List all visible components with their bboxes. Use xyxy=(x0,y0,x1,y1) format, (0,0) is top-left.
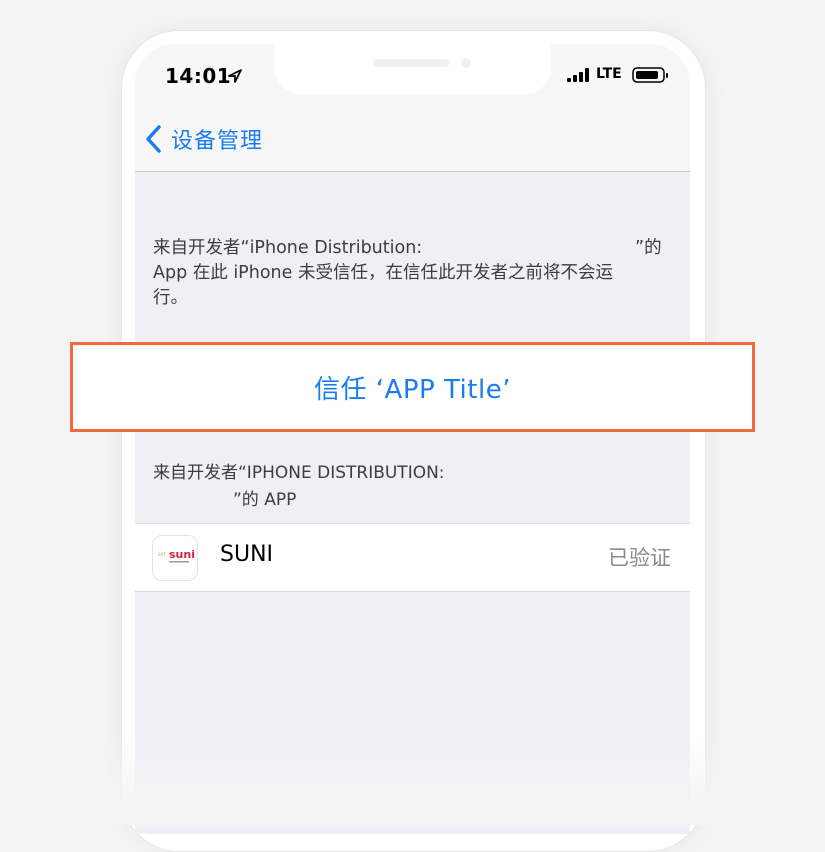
app-list-item[interactable]: SAT suni SUNI 已验证 xyxy=(135,523,690,592)
navigation-bar: 设备管理 xyxy=(135,104,690,172)
trust-description-line1-end: ”的 xyxy=(635,238,662,258)
trust-app-button[interactable]: 信任 ‘APP Title’ xyxy=(70,342,755,432)
screen: 14:01 LTE 设备管理 来自开发者“iPhone Distribution… xyxy=(135,44,690,834)
apps-section-header-line2: ”的 APP xyxy=(233,490,297,510)
back-button-label: 设备管理 xyxy=(171,129,264,154)
trust-description-line3: 行。 xyxy=(153,288,188,308)
suni-logo-text: suni xyxy=(169,548,195,561)
carrier-label: LTE xyxy=(596,66,622,82)
trust-app-button-label: 信任 ‘APP Title’ xyxy=(314,374,511,405)
location-arrow-icon xyxy=(228,69,242,83)
suni-app-icon: SAT suni xyxy=(152,535,198,581)
back-button[interactable]: 设备管理 xyxy=(143,124,263,154)
camera xyxy=(461,58,471,68)
apps-section-header-line1: 来自开发者“IPHONE DISTRIBUTION: xyxy=(153,463,445,483)
speaker xyxy=(373,59,449,67)
trust-description-line2: App 在此 iPhone 未受信任，在信任此开发者之前将不会运 xyxy=(153,263,613,283)
app-name: SUNI xyxy=(220,542,274,567)
chevron-left-icon xyxy=(146,125,161,153)
status-bar: 14:01 LTE xyxy=(135,44,690,104)
apps-section-header: 来自开发者“IPHONE DISTRIBUTION: ”的 APP xyxy=(153,460,673,514)
svg-text:SAT: SAT xyxy=(158,552,166,557)
bottom-fade xyxy=(0,735,825,825)
notch xyxy=(275,44,551,94)
status-time: 14:01 xyxy=(165,64,232,88)
cellular-signal-icon xyxy=(567,68,589,82)
trust-description: 来自开发者“iPhone Distribution: ”的 App 在此 iPh… xyxy=(153,236,673,311)
battery-icon xyxy=(632,67,668,83)
app-verified-status: 已验证 xyxy=(608,546,671,570)
trust-description-line1: 来自开发者“iPhone Distribution: xyxy=(153,238,423,258)
